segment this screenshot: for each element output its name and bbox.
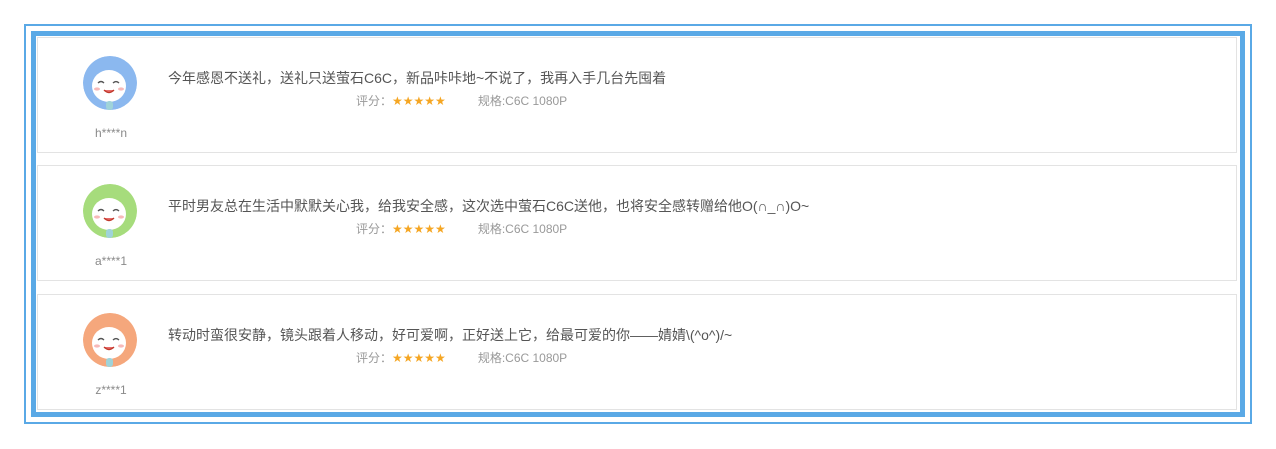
- rating-label: 评分：: [356, 222, 393, 236]
- avatar: [83, 184, 137, 238]
- avatar: [83, 56, 137, 110]
- reviewer: a****1: [83, 184, 139, 268]
- review-card: z****1 转动时蛮很安静，镜头跟着人移动，好可爱啊，正好送上它，给最可爱的你…: [37, 294, 1237, 410]
- reviewer: h****n: [83, 56, 139, 140]
- reviewer-name: z****1: [95, 383, 127, 397]
- reviewer-name: h****n: [94, 126, 128, 140]
- review-meta: 评分：★★★★★ 规格:C6C 1080P: [356, 220, 567, 237]
- avatar: [83, 313, 137, 367]
- smiley-face-icon: [83, 184, 137, 238]
- rating-stars-icon: ★★★★★: [392, 94, 446, 108]
- rating-label: 评分：: [356, 351, 393, 365]
- reviewer-name: a****1: [94, 254, 128, 268]
- reviewer: z****1: [83, 313, 139, 397]
- spec-label: 规格:C6C 1080P: [477, 94, 568, 108]
- rating-stars-icon: ★★★★★: [392, 351, 446, 365]
- smiley-face-icon: [83, 313, 137, 367]
- review-meta: 评分：★★★★★ 规格:C6C 1080P: [356, 349, 567, 366]
- reviews-container: h****n 今年感恩不送礼，送礼只送萤石C6C，新品咔咔地~不说了，我再入手几…: [31, 31, 1245, 417]
- smiley-face-icon: [83, 56, 137, 110]
- review-card: a****1 平时男友总在生活中默默关心我，给我安全感，这次选中萤石C6C送他，…: [37, 165, 1237, 281]
- rating-stars-icon: ★★★★★: [392, 222, 446, 236]
- spec-label: 规格:C6C 1080P: [477, 351, 568, 365]
- review-text: 今年感恩不送礼，送礼只送萤石C6C，新品咔咔地~不说了，我再入手几台先囤着: [168, 70, 667, 86]
- reviews-frame: h****n 今年感恩不送礼，送礼只送萤石C6C，新品咔咔地~不说了，我再入手几…: [24, 24, 1252, 424]
- spec-label: 规格:C6C 1080P: [477, 222, 568, 236]
- rating-label: 评分：: [356, 94, 393, 108]
- review-text: 平时男友总在生活中默默关心我，给我安全感，这次选中萤石C6C送他，也将安全感转赠…: [168, 198, 810, 214]
- review-card: h****n 今年感恩不送礼，送礼只送萤石C6C，新品咔咔地~不说了，我再入手几…: [37, 37, 1237, 153]
- review-text: 转动时蛮很安静，镜头跟着人移动，好可爱啊，正好送上它，给最可爱的你——婧婧\(^…: [168, 327, 733, 343]
- review-meta: 评分：★★★★★ 规格:C6C 1080P: [356, 92, 567, 109]
